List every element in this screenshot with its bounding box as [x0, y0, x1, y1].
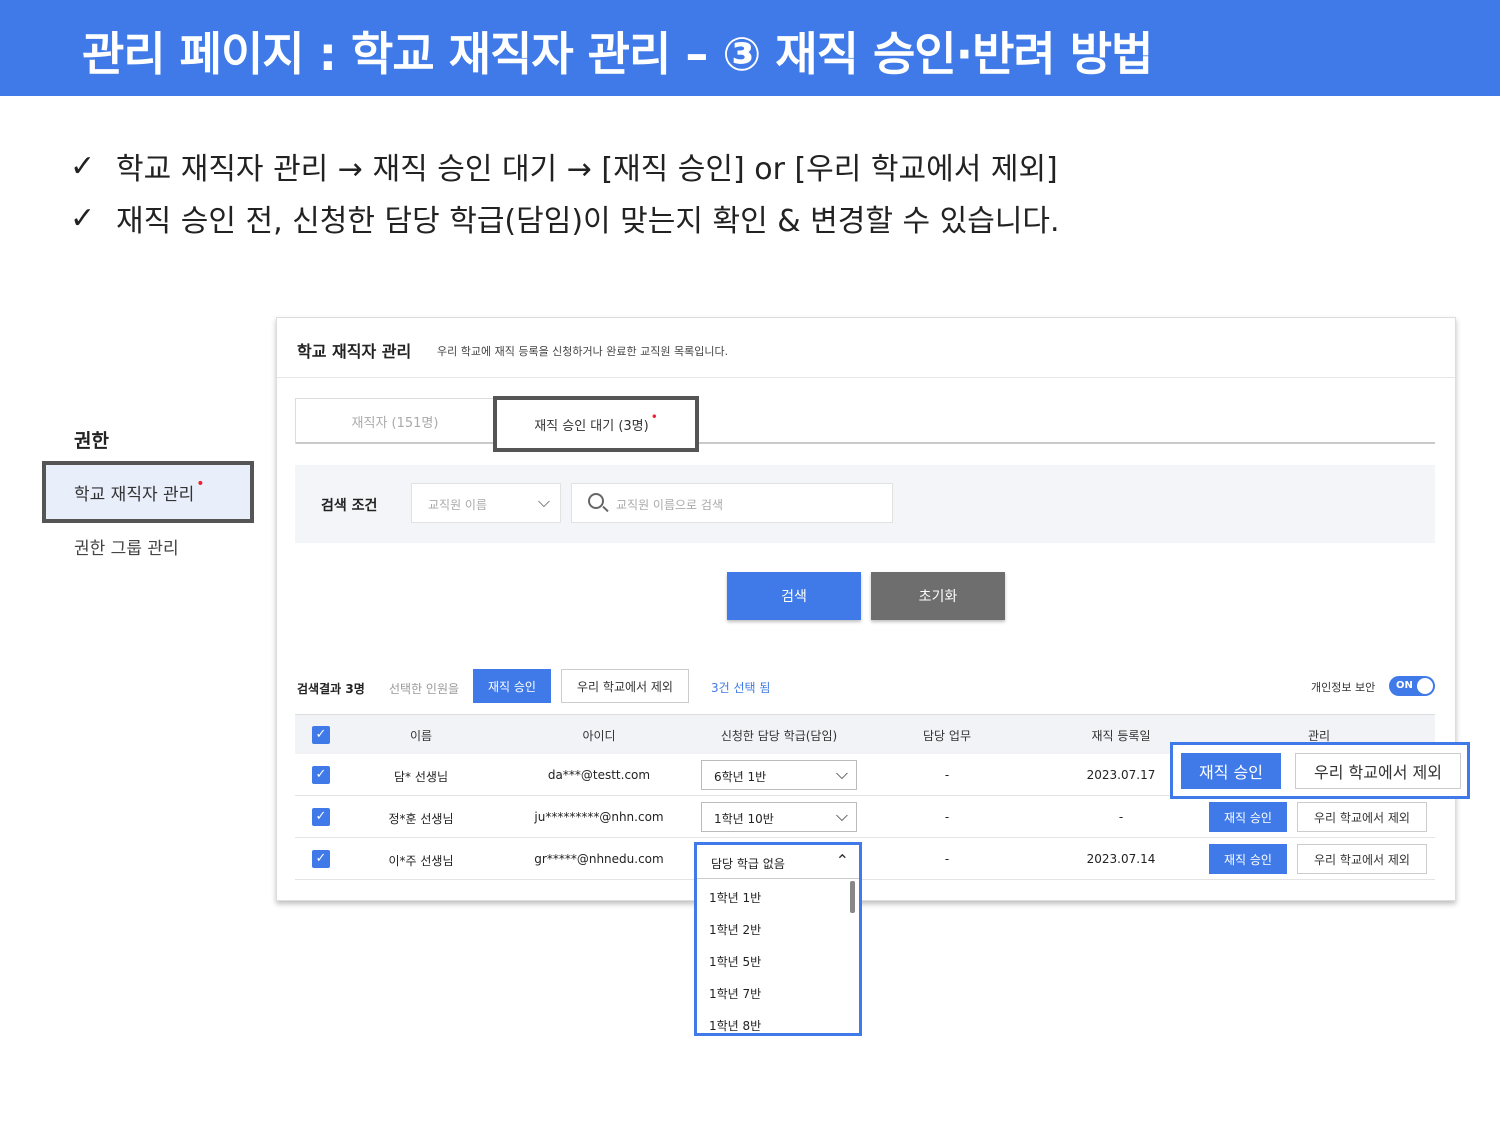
staff-management-panel: 학교 재직자 관리 우리 학교에 재직 등록을 신청하거나 완료한 교직원 목록… — [276, 317, 1456, 901]
dropdown-option[interactable]: 1학년 7반 — [697, 977, 859, 1009]
privacy-label: 개인정보 보안 — [1311, 681, 1376, 694]
page-description: 우리 학교에 재직 등록을 신청하거나 완료한 교직원 목록입니다. — [437, 345, 729, 358]
search-input[interactable]: 교직원 이름으로 검색 — [571, 483, 893, 523]
select-value: 교직원 이름 — [428, 498, 488, 512]
registration-date: 2023.07.14 — [1086, 852, 1156, 866]
staff-id: ju*********@nhn.com — [534, 810, 664, 824]
search-placeholder: 교직원 이름으로 검색 — [616, 498, 723, 512]
staff-name: 이*주 선생님 — [388, 854, 454, 868]
instruction-list: ✓ 학교 재직자 관리 → 재직 승인 대기 → [재직 승인] or [우리 … — [70, 140, 1060, 244]
class-select[interactable]: 6학년 1반 ⌵ — [701, 760, 857, 790]
check-icon: ✓ — [70, 148, 96, 184]
tab-staff[interactable]: 재직자 (151명) — [295, 398, 495, 444]
checkbox-checked-icon[interactable]: ✓ — [312, 766, 330, 784]
title-banner: 관리 페이지 : 학교 재직자 관리 – ③ 재직 승인·반려 방법 — [0, 0, 1500, 96]
chevron-down-icon: ⌵ — [835, 764, 848, 783]
dropdown-option[interactable]: 1학년 8반 — [697, 1009, 859, 1041]
instruction-item: ✓ 재직 승인 전, 신청한 담당 학급(담임)이 맞는지 확인 & 변경할 수… — [70, 192, 1060, 244]
selected-label: 선택한 인원을 — [389, 682, 460, 696]
staff-duty: - — [944, 768, 950, 782]
approve-button[interactable]: 재직 승인 — [1209, 844, 1287, 874]
reset-button[interactable]: 초기화 — [871, 572, 1005, 620]
dropdown-option[interactable]: 1학년 1반 — [697, 881, 859, 913]
checkbox-checked-icon[interactable]: ✓ — [312, 850, 330, 868]
selected-count: 3건 선택 됨 — [711, 681, 771, 695]
approve-selected-button[interactable]: 재직 승인 — [473, 669, 551, 703]
registration-date: - — [1118, 810, 1124, 824]
approve-button[interactable]: 재직 승인 — [1181, 753, 1281, 789]
dropdown-scrollbar[interactable] — [850, 881, 855, 913]
sidebar-heading: 권한 — [74, 430, 109, 452]
staff-duty: - — [944, 810, 950, 824]
select-value: 담당 학급 없음 — [711, 857, 785, 871]
dropdown-option[interactable]: 1학년 5반 — [697, 945, 859, 977]
chevron-up-icon: ⌃ — [835, 851, 849, 870]
staff-name: 정*훈 선생님 — [388, 812, 454, 826]
notification-dot: • — [650, 410, 658, 424]
column-header: 아이디 — [582, 729, 616, 743]
search-label: 검색 조건 — [321, 498, 378, 514]
staff-id: gr*****@nhnedu.com — [534, 852, 664, 866]
privacy-toggle[interactable]: ON — [1389, 676, 1435, 696]
search-icon — [588, 493, 604, 509]
column-header: 담당 업무 — [923, 729, 971, 743]
staff-id: da***@testt.com — [547, 768, 651, 782]
registration-date: 2023.07.17 — [1086, 768, 1156, 782]
checkbox-checked-icon[interactable]: ✓ — [312, 808, 330, 826]
instruction-item: ✓ 학교 재직자 관리 → 재직 승인 대기 → [재직 승인] or [우리 … — [70, 140, 1060, 192]
exclude-selected-button[interactable]: 우리 학교에서 제외 — [561, 669, 689, 703]
search-field-select[interactable]: 교직원 이름 ⌵ — [411, 483, 561, 523]
dropdown-selected[interactable]: 담당 학급 없음 ⌃ — [697, 845, 859, 879]
table-row: ✓ 이*주 선생님 gr*****@nhnedu.com - 2023.07.1… — [295, 838, 1435, 880]
panel-header: 학교 재직자 관리 우리 학교에 재직 등록을 신청하거나 완료한 교직원 목록… — [277, 318, 1455, 378]
sidebar-item-permission-groups[interactable]: 권한 그룹 관리 — [74, 534, 179, 559]
tab-pending-approval[interactable]: 재직 승인 대기 (3명) • — [493, 396, 699, 452]
chevron-down-icon: ⌵ — [835, 806, 848, 825]
highlighted-row-actions: 재직 승인 우리 학교에서 제외 — [1170, 742, 1470, 799]
staff-name: 담* 선생님 — [394, 770, 448, 784]
chevron-down-icon: ⌵ — [537, 492, 550, 511]
select-value: 1학년 10반 — [714, 812, 774, 826]
result-count: 검색결과 3명 — [297, 682, 365, 696]
search-conditions: 검색 조건 교직원 이름 ⌵ 교직원 이름으로 검색 — [295, 465, 1435, 543]
instruction-text: 재직 승인 전, 신청한 담당 학급(담임)이 맞는지 확인 & 변경할 수 있… — [116, 204, 1060, 239]
checkbox-checked-icon[interactable]: ✓ — [312, 726, 330, 744]
column-header: 이름 — [409, 729, 433, 743]
tab-label: 재직 승인 대기 (3명) — [534, 418, 649, 434]
toggle-knob — [1417, 678, 1433, 694]
sidebar-item-staff-management[interactable]: 학교 재직자 관리 • — [42, 461, 254, 523]
banner-title: 관리 페이지 : 학교 재직자 관리 – ③ 재직 승인·반려 방법 — [82, 27, 1153, 81]
exclude-button[interactable]: 우리 학교에서 제외 — [1295, 753, 1461, 789]
search-button[interactable]: 검색 — [727, 572, 861, 620]
instruction-text: 학교 재직자 관리 → 재직 승인 대기 → [재직 승인] or [우리 학교… — [116, 152, 1058, 187]
notification-dot: • — [196, 476, 205, 492]
approve-button[interactable]: 재직 승인 — [1209, 802, 1287, 832]
dropdown-options: 1학년 1반 1학년 2반 1학년 5반 1학년 7반 1학년 8반 — [697, 881, 859, 1041]
toggle-label: ON — [1396, 680, 1413, 691]
dropdown-option[interactable]: 1학년 2반 — [697, 913, 859, 945]
page-title: 학교 재직자 관리 — [297, 342, 412, 361]
select-value: 6학년 1반 — [714, 770, 767, 784]
exclude-button[interactable]: 우리 학교에서 제외 — [1297, 844, 1427, 874]
exclude-button[interactable]: 우리 학교에서 제외 — [1297, 802, 1427, 832]
sidebar-item-label: 학교 재직자 관리 — [74, 484, 195, 505]
staff-duty: - — [944, 852, 950, 866]
check-icon: ✓ — [70, 200, 96, 236]
class-dropdown-open[interactable]: 담당 학급 없음 ⌃ 1학년 1반 1학년 2반 1학년 5반 1학년 7반 1… — [694, 842, 862, 1036]
column-header: 신청한 담당 학급(담임) — [720, 729, 838, 743]
class-select[interactable]: 1학년 10반 ⌵ — [701, 802, 857, 832]
column-header: 재직 등록일 — [1091, 729, 1151, 743]
table-row: ✓ 정*훈 선생님 ju*********@nhn.com 1학년 10반 ⌵ … — [295, 796, 1435, 838]
